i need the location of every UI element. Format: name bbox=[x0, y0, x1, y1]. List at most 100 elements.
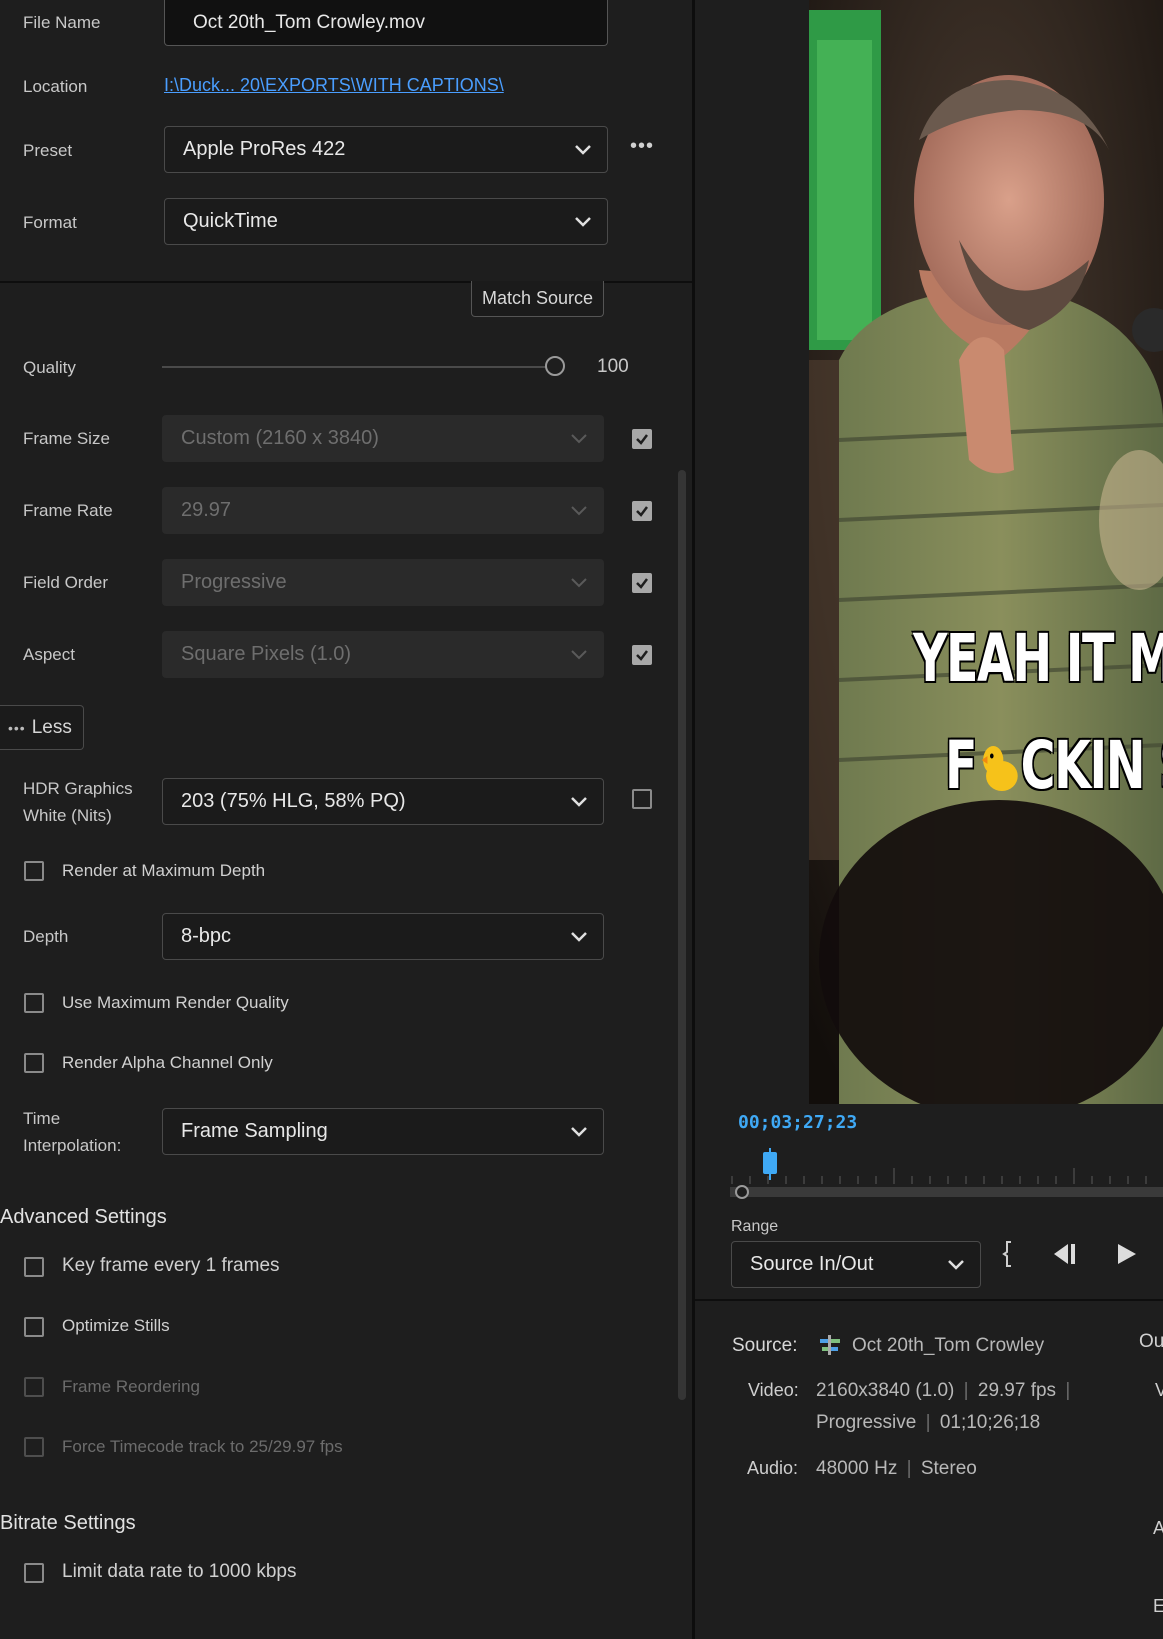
output-audio-partial: A bbox=[1153, 1518, 1163, 1538]
limit-data-rate-label: Limit data rate to 1000 kbps bbox=[62, 1561, 297, 1582]
mark-in-icon[interactable] bbox=[1002, 1240, 1016, 1268]
key-frame-checkbox[interactable] bbox=[24, 1257, 44, 1277]
match-source-button[interactable]: Match Source bbox=[471, 281, 604, 317]
aspect-dropdown: Square Pixels (1.0) bbox=[162, 631, 604, 678]
format-dropdown[interactable]: QuickTime bbox=[164, 198, 608, 245]
source-name: Oct 20th_Tom Crowley bbox=[852, 1335, 1045, 1356]
field-order-checkbox[interactable] bbox=[632, 573, 652, 593]
timeline-scrubber[interactable] bbox=[730, 1134, 1163, 1204]
hdr-value: 203 (75% HLG, 58% PQ) bbox=[181, 790, 406, 812]
video-preview: YEAH IT MA F CKIN S bbox=[809, 0, 1163, 1104]
file-name-label: File Name bbox=[23, 13, 101, 32]
video-info-line-2: Progressive | 01;10;26;18 bbox=[816, 1412, 1041, 1433]
range-value: Source In/Out bbox=[750, 1253, 874, 1275]
less-button[interactable]: ••• Less bbox=[0, 705, 84, 750]
hdr-checkbox[interactable] bbox=[632, 789, 652, 809]
chevron-down-icon bbox=[571, 649, 587, 660]
file-name-input[interactable]: Oct 20th_Tom Crowley.mov bbox=[164, 0, 608, 46]
render-max-depth-checkbox[interactable] bbox=[24, 861, 44, 881]
less-button-label: Less bbox=[31, 716, 72, 738]
quality-value: 100 bbox=[597, 356, 629, 377]
location-link[interactable]: I:\Duck... 20\EXPORTS\WITH CAPTIONS\ bbox=[164, 75, 504, 96]
source-label: Source: bbox=[732, 1335, 798, 1356]
video-label: Video: bbox=[748, 1380, 799, 1400]
video-info-line-1: 2160x3840 (1.0) | 29.97 fps | bbox=[816, 1380, 1071, 1401]
file-name-value: Oct 20th_Tom Crowley.mov bbox=[193, 11, 425, 33]
range-label: Range bbox=[731, 1218, 779, 1235]
time-interp-dropdown[interactable]: Frame Sampling bbox=[162, 1108, 604, 1155]
frame-size-value: Custom (2160 x 3840) bbox=[181, 427, 379, 449]
video-fps: 29.97 fps bbox=[977, 1380, 1057, 1401]
chevron-down-icon bbox=[948, 1259, 964, 1270]
advanced-settings-heading: Advanced Settings bbox=[0, 1206, 167, 1228]
chevron-down-icon bbox=[575, 216, 591, 227]
quality-slider-handle[interactable] bbox=[545, 356, 565, 376]
audio-channels: Stereo bbox=[920, 1458, 977, 1479]
chevron-down-icon bbox=[575, 144, 591, 155]
location-label: Location bbox=[23, 77, 88, 96]
frame-size-dropdown: Custom (2160 x 3840) bbox=[162, 415, 604, 462]
duck-emoji-icon bbox=[981, 745, 1018, 791]
chevron-down-icon bbox=[571, 931, 587, 942]
quality-slider-track[interactable] bbox=[162, 366, 555, 368]
caption-line-2-b: CKIN S bbox=[1020, 727, 1163, 804]
preset-label: Preset bbox=[23, 141, 73, 160]
preset-dropdown[interactable]: Apple ProRes 422 bbox=[164, 126, 608, 173]
optimize-stills-label: Optimize Stills bbox=[62, 1316, 170, 1335]
hdr-label-1: HDR Graphics bbox=[23, 779, 133, 798]
preset-more-icon[interactable]: ••• bbox=[630, 135, 654, 158]
audio-rate: 48000 Hz bbox=[816, 1458, 898, 1479]
force-timecode-checkbox bbox=[24, 1437, 44, 1457]
render-max-depth-label: Render at Maximum Depth bbox=[62, 861, 266, 880]
chevron-down-icon bbox=[571, 433, 587, 444]
depth-value: 8-bpc bbox=[181, 925, 232, 947]
video-resolution: 2160x3840 (1.0) bbox=[816, 1380, 955, 1401]
caption-line-2: F CKIN S bbox=[945, 727, 1163, 804]
frame-rate-dropdown: 29.97 bbox=[162, 487, 604, 534]
format-value: QuickTime bbox=[183, 210, 278, 232]
chevron-down-icon bbox=[571, 796, 587, 807]
field-order-value: Progressive bbox=[181, 571, 287, 593]
field-order-label: Field Order bbox=[23, 573, 109, 592]
preview-frame-image bbox=[809, 0, 1163, 1104]
video-scan: Progressive bbox=[816, 1412, 917, 1433]
chevron-down-icon bbox=[571, 1126, 587, 1137]
aspect-label: Aspect bbox=[23, 645, 75, 664]
render-alpha-checkbox[interactable] bbox=[24, 1053, 44, 1073]
frame-size-checkbox[interactable] bbox=[632, 429, 652, 449]
frame-rate-value: 29.97 bbox=[181, 499, 232, 521]
depth-label: Depth bbox=[23, 927, 69, 946]
hdr-white-dropdown[interactable]: 203 (75% HLG, 58% PQ) bbox=[162, 778, 604, 825]
frame-rate-checkbox[interactable] bbox=[632, 501, 652, 521]
field-order-dropdown: Progressive bbox=[162, 559, 604, 606]
audio-label: Audio: bbox=[747, 1458, 799, 1478]
max-render-quality-label: Use Maximum Render Quality bbox=[62, 993, 289, 1012]
output-video-partial: V bbox=[1155, 1380, 1163, 1400]
hdr-label-2: White (Nits) bbox=[23, 806, 112, 825]
max-render-quality-checkbox[interactable] bbox=[24, 993, 44, 1013]
play-icon[interactable] bbox=[1114, 1240, 1140, 1268]
aspect-checkbox[interactable] bbox=[632, 645, 652, 665]
optimize-stills-checkbox[interactable] bbox=[24, 1317, 44, 1337]
step-back-icon[interactable] bbox=[1050, 1240, 1080, 1268]
limit-data-rate-checkbox[interactable] bbox=[24, 1563, 44, 1583]
settings-scrollbar[interactable] bbox=[678, 470, 686, 1400]
depth-dropdown[interactable]: 8-bpc bbox=[162, 913, 604, 960]
format-label: Format bbox=[23, 213, 77, 232]
range-dropdown[interactable]: Source In/Out bbox=[731, 1241, 981, 1288]
render-alpha-label: Render Alpha Channel Only bbox=[62, 1053, 273, 1072]
sequence-icon bbox=[818, 1333, 842, 1357]
output-extra-partial: E bbox=[1153, 1596, 1163, 1616]
playhead-timecode: 00;03;27;23 bbox=[738, 1112, 858, 1133]
time-interp-label-2: Interpolation: bbox=[23, 1136, 122, 1155]
force-timecode-label: Force Timecode track to 25/29.97 fps bbox=[62, 1437, 343, 1456]
frame-size-label: Frame Size bbox=[23, 429, 110, 448]
panel-divider bbox=[692, 0, 695, 1639]
bitrate-settings-heading: Bitrate Settings bbox=[0, 1512, 136, 1534]
aspect-value: Square Pixels (1.0) bbox=[181, 643, 352, 665]
preset-value: Apple ProRes 422 bbox=[183, 138, 346, 160]
caption-line-1: YEAH IT MA bbox=[913, 620, 1163, 697]
frame-reordering-label: Frame Reordering bbox=[62, 1377, 200, 1396]
video-duration: 01;10;26;18 bbox=[939, 1412, 1041, 1433]
more-dots-icon: ••• bbox=[8, 719, 26, 736]
